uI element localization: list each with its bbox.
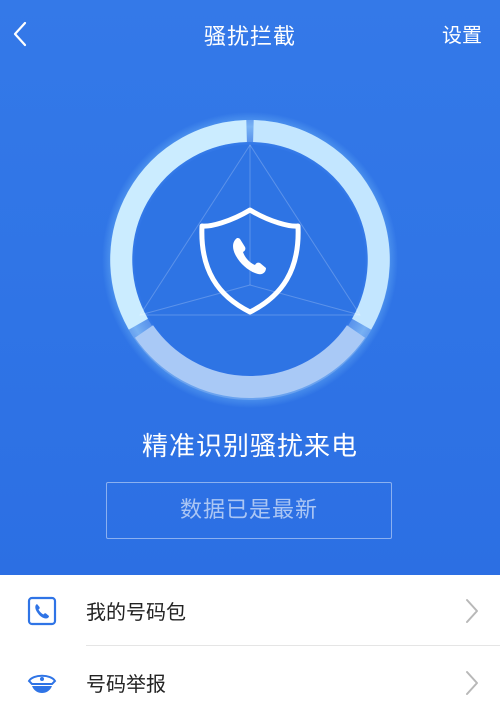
list-item-label: 我的号码包: [86, 600, 186, 624]
hero-headline: 精准识别骚扰来电: [141, 432, 358, 462]
scan-radar: [102, 112, 398, 408]
list-item-my-number-pack[interactable]: 我的号码包: [0, 575, 500, 645]
settings-button[interactable]: 设置: [442, 19, 482, 48]
page-title: 骚扰拦截: [203, 25, 296, 50]
phone-book-icon: [27, 596, 57, 626]
nav-bar: 骚扰拦截 设置: [0, 0, 500, 70]
list-divider: [86, 645, 500, 646]
update-status: 数据已是最新: [106, 482, 392, 539]
hero-panel: 骚扰拦截 设置 精准识别骚扰来电 数据已是最新: [0, 0, 500, 575]
menu-list: 我的号码包 号码举报: [0, 575, 500, 696]
chevron-right-icon: [466, 599, 478, 623]
police-cap-icon: [27, 674, 57, 693]
list-item-report-number[interactable]: 号码举报: [0, 647, 500, 717]
